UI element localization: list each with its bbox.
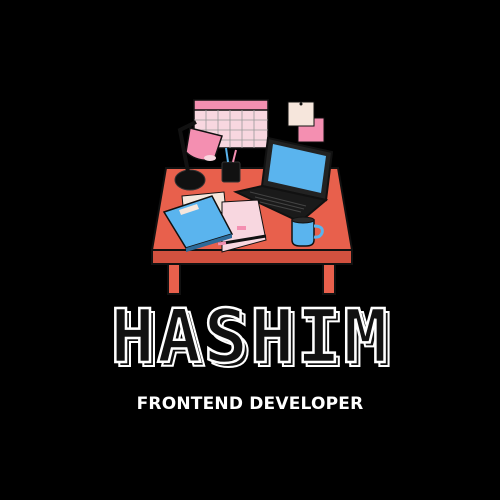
wordmark-text: HASHIM	[110, 294, 389, 380]
name-wordmark: HASHIM HASHIM	[109, 293, 393, 385]
logo-canvas: HASHIM HASHIM FRONTEND DEVELOPER	[0, 0, 500, 500]
tagline: FRONTEND DEVELOPER	[136, 394, 364, 414]
